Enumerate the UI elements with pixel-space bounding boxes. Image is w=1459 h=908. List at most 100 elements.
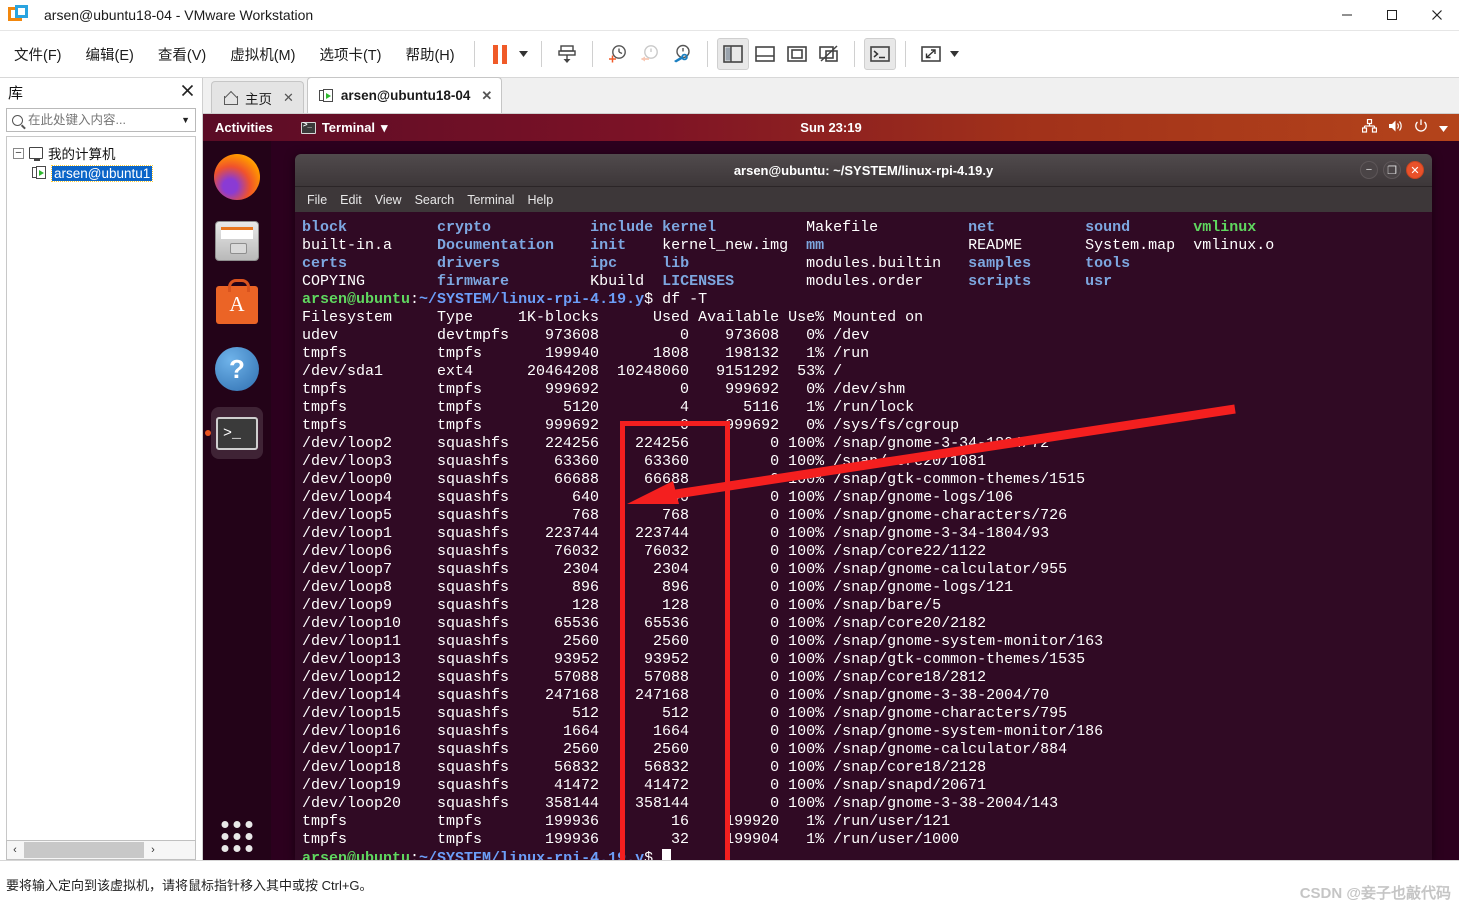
- menu-file[interactable]: 文件(F): [4, 40, 72, 69]
- unity-mode-button[interactable]: [813, 38, 845, 70]
- stretch-button[interactable]: [915, 38, 947, 70]
- scroll-right-arrow[interactable]: ›: [145, 844, 161, 856]
- clock-wrench-icon: [673, 44, 690, 63]
- terminal-minimize-button[interactable]: −: [1360, 161, 1378, 179]
- power-icon[interactable]: [1414, 119, 1428, 136]
- terminal-window[interactable]: arsen@ubuntu: ~/SYSTEM/linux-rpi-4.19.y …: [295, 154, 1432, 860]
- revert-snapshot-button[interactable]: [634, 38, 666, 70]
- df-row: /dev/loop10 squashfs 65536 65536 0 100% …: [302, 615, 987, 632]
- chevron-down-icon: [950, 51, 960, 57]
- terminal-menu-file[interactable]: File: [307, 193, 327, 207]
- df-row: /dev/loop17 squashfs 2560 2560 0 100% /s…: [302, 741, 1068, 758]
- minimize-button[interactable]: [1324, 0, 1369, 31]
- terminal-menu-help[interactable]: Help: [527, 193, 553, 207]
- tab-close-button[interactable]: ✕: [283, 90, 294, 106]
- shell-prompt-path: ~/SYSTEM/linux-rpi-4.19.y: [419, 291, 645, 308]
- terminal-maximize-button[interactable]: ❐: [1383, 161, 1401, 179]
- library-title: 库: [8, 84, 24, 102]
- search-icon: [12, 114, 23, 126]
- terminal-menu-view[interactable]: View: [375, 193, 402, 207]
- unity-icon: [818, 45, 838, 62]
- network-icon[interactable]: [1361, 118, 1378, 136]
- app-menu[interactable]: Terminal ▾: [300, 120, 388, 136]
- tab-close-button[interactable]: ✕: [481, 88, 492, 104]
- ls-entry: drivers: [437, 255, 591, 272]
- library-close-button[interactable]: [181, 84, 194, 100]
- ls-entry: tools: [1085, 255, 1194, 272]
- vmware-logo-icon: [8, 4, 30, 26]
- shell-prompt-user: arsen@ubuntu: [302, 291, 411, 308]
- menu-help[interactable]: 帮助(H): [395, 40, 464, 69]
- library-header: 库: [0, 78, 202, 106]
- terminal-menu-search[interactable]: Search: [415, 193, 455, 207]
- fullscreen-button[interactable]: [781, 38, 813, 70]
- dock-item-firefox[interactable]: [211, 151, 263, 203]
- ls-entry: firmware: [437, 273, 591, 290]
- dock-item-software[interactable]: [211, 279, 263, 331]
- shell-command: df -T: [662, 291, 708, 308]
- terminal-titlebar: arsen@ubuntu: ~/SYSTEM/linux-rpi-4.19.y …: [295, 154, 1432, 187]
- system-tray: [1361, 118, 1448, 136]
- scrollbar-thumb[interactable]: [24, 842, 144, 858]
- show-applications-button[interactable]: [221, 821, 253, 852]
- menu-vm[interactable]: 虚拟机(M): [220, 40, 305, 69]
- computer-icon: [29, 147, 43, 161]
- ls-entry: Kbuild: [590, 273, 663, 290]
- menu-tabs[interactable]: 选项卡(T): [309, 40, 391, 69]
- toolbar-separator: [540, 41, 542, 67]
- take-snapshot-button[interactable]: [602, 38, 634, 70]
- ls-entry: LICENSES: [662, 273, 807, 290]
- search-input[interactable]: [28, 113, 153, 127]
- terminal-close-button[interactable]: ✕: [1406, 161, 1424, 179]
- clock[interactable]: Sun 23:19: [800, 120, 861, 135]
- chevron-down-icon[interactable]: [1439, 120, 1448, 135]
- pause-button[interactable]: [484, 38, 516, 70]
- close-button[interactable]: [1414, 0, 1459, 31]
- volume-icon[interactable]: [1388, 119, 1403, 136]
- tree-expander-icon[interactable]: −: [13, 147, 24, 159]
- menu-edit[interactable]: 编辑(E): [76, 40, 144, 69]
- df-row: /dev/loop15 squashfs 512 512 0 100% /sna…: [302, 705, 1068, 722]
- activities-button[interactable]: Activities: [215, 120, 273, 135]
- clock-plus-icon: [608, 45, 626, 63]
- vm-guest-screen[interactable]: Activities Terminal ▾ Sun 23:19: [203, 114, 1459, 860]
- dock-item-terminal[interactable]: >_: [205, 407, 263, 459]
- tab-vm-arsen-ubuntu18-04[interactable]: arsen@ubuntu18-04 ✕: [306, 77, 503, 113]
- stretch-dropdown[interactable]: [947, 38, 963, 70]
- window-title: arsen@ubuntu18-04 - VMware Workstation: [44, 7, 314, 23]
- library-horizontal-scrollbar[interactable]: ‹ ›: [6, 840, 196, 860]
- df-row: tmpfs tmpfs 199936 32 199904 1% /run/use…: [302, 831, 960, 848]
- scroll-left-arrow[interactable]: ‹: [7, 844, 23, 856]
- tree-item-arsen-ubuntu18-04[interactable]: arsen@ubuntu1: [7, 163, 195, 183]
- df-header-row: Filesystem Type 1K-blocks Used Available…: [302, 309, 924, 326]
- df-row: /dev/loop11 squashfs 2560 2560 0 100% /s…: [302, 633, 1104, 650]
- dock-item-help[interactable]: ?: [211, 343, 263, 395]
- tab-home[interactable]: 主页 ✕: [211, 81, 304, 113]
- library-search-box[interactable]: ▼: [6, 108, 196, 132]
- vm-icon: [32, 166, 47, 180]
- snapshot-manager-button[interactable]: [666, 38, 698, 70]
- toolbar-separator: [473, 41, 475, 67]
- menu-view[interactable]: 查看(V): [148, 40, 216, 69]
- terminal-menu-terminal[interactable]: Terminal: [467, 193, 514, 207]
- terminal-output[interactable]: block crypto include kernel Makefile net…: [295, 212, 1432, 860]
- pause-dropdown[interactable]: [516, 38, 532, 70]
- maximize-button[interactable]: [1369, 0, 1414, 31]
- df-row: /dev/loop0 squashfs 66688 66688 0 100% /…: [302, 471, 1086, 488]
- show-library-button[interactable]: [716, 38, 749, 70]
- search-dropdown-icon[interactable]: ▼: [181, 115, 190, 125]
- show-thumbnails-button[interactable]: [749, 38, 781, 70]
- terminal-menu-edit[interactable]: Edit: [340, 193, 362, 207]
- ls-entry: vmlinux.o: [1193, 237, 1275, 254]
- snapshot-button[interactable]: [551, 38, 583, 70]
- toolbar-separator: [853, 41, 855, 67]
- dock-item-files[interactable]: [211, 215, 263, 267]
- ls-entry: samples: [968, 255, 1086, 272]
- tree-item-my-computer[interactable]: − 我的计算机: [7, 143, 195, 163]
- vmware-workstation-window: arsen@ubuntu18-04 - VMware Workstation 文…: [0, 0, 1459, 908]
- shell-prompt-line: arsen@ubuntu:~/SYSTEM/linux-rpi-4.19.y$ …: [302, 291, 708, 308]
- console-button[interactable]: [863, 38, 896, 70]
- df-row: tmpfs tmpfs 199936 16 199920 1% /run/use…: [302, 813, 951, 830]
- library-tree: − 我的计算机 arsen@ubuntu1: [6, 136, 196, 842]
- console-icon: [869, 46, 890, 62]
